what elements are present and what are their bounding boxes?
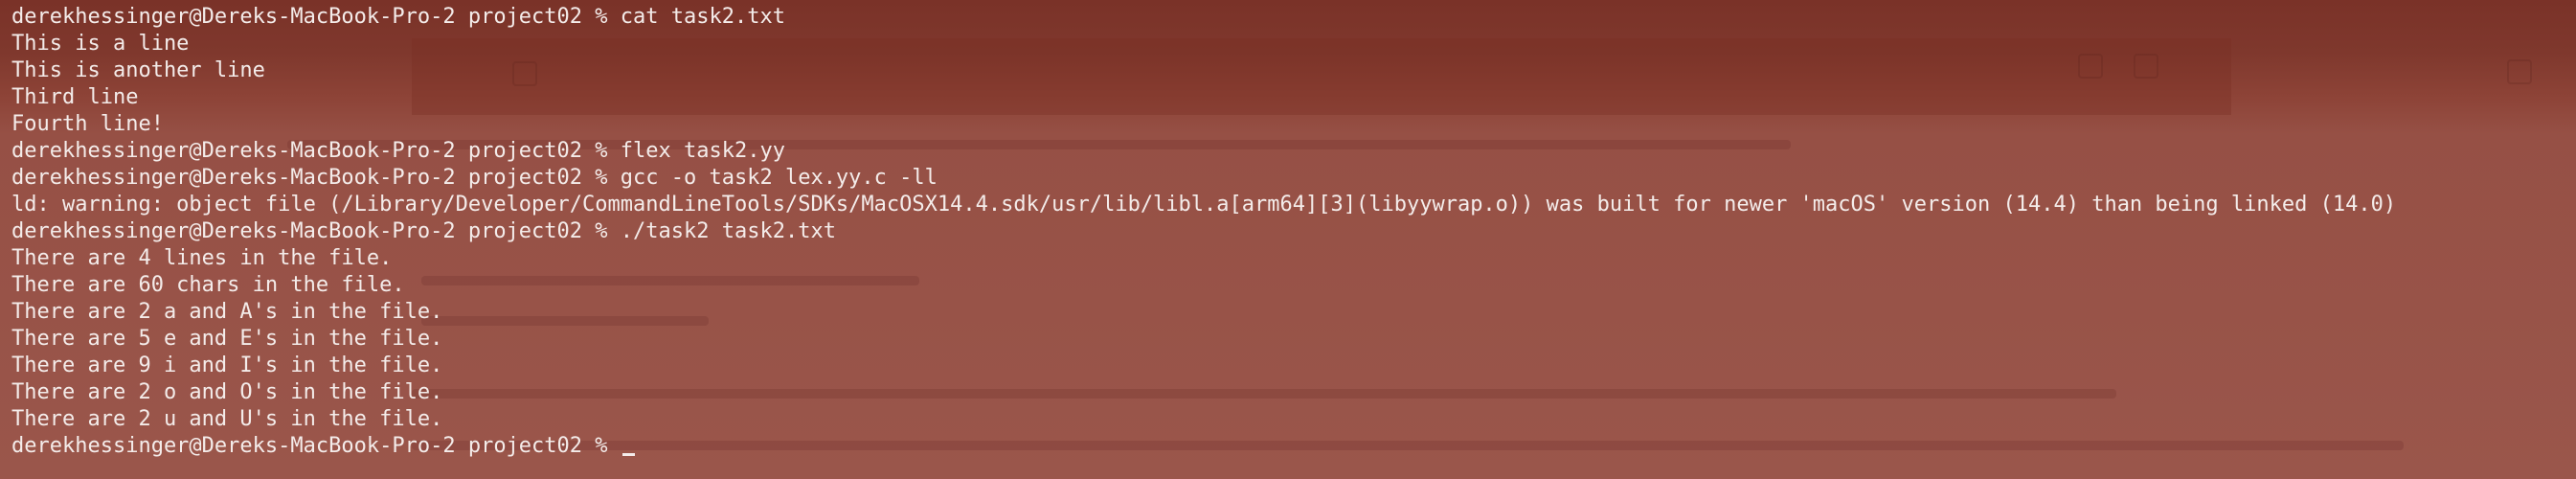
terminal-line: There are 9 i and I's in the file. xyxy=(11,354,443,377)
terminal-line: derekhessinger@Dereks-MacBook-Pro-2 proj… xyxy=(11,5,785,29)
terminal-line: Fourth line! xyxy=(11,112,164,136)
terminal-line: derekhessinger@Dereks-MacBook-Pro-2 proj… xyxy=(11,166,938,190)
terminal-line: There are 2 o and O's in the file. xyxy=(11,380,443,404)
terminal-line: There are 4 lines in the file. xyxy=(11,246,393,270)
terminal-line: derekhessinger@Dereks-MacBook-Pro-2 proj… xyxy=(11,219,836,243)
terminal-output[interactable]: derekhessinger@Dereks-MacBook-Pro-2 proj… xyxy=(0,0,2576,479)
terminal-line: This is another line xyxy=(11,58,265,82)
terminal-line: There are 5 e and E's in the file. xyxy=(11,327,443,351)
terminal-line: ld: warning: object file (/Library/Devel… xyxy=(11,193,2397,217)
terminal-line: Third line xyxy=(11,85,139,109)
terminal-line: derekhessinger@Dereks-MacBook-Pro-2 proj… xyxy=(11,139,785,163)
terminal-line: There are 60 chars in the file. xyxy=(11,273,405,297)
text-cursor xyxy=(621,453,635,456)
terminal-prompt-line[interactable]: derekhessinger@Dereks-MacBook-Pro-2 proj… xyxy=(11,433,2576,460)
terminal-prompt: derekhessinger@Dereks-MacBook-Pro-2 proj… xyxy=(11,434,621,458)
terminal-line: There are 2 u and U's in the file. xyxy=(11,407,443,431)
terminal-line: This is a line xyxy=(11,32,190,56)
terminal-line: There are 2 a and A's in the file. xyxy=(11,300,443,324)
